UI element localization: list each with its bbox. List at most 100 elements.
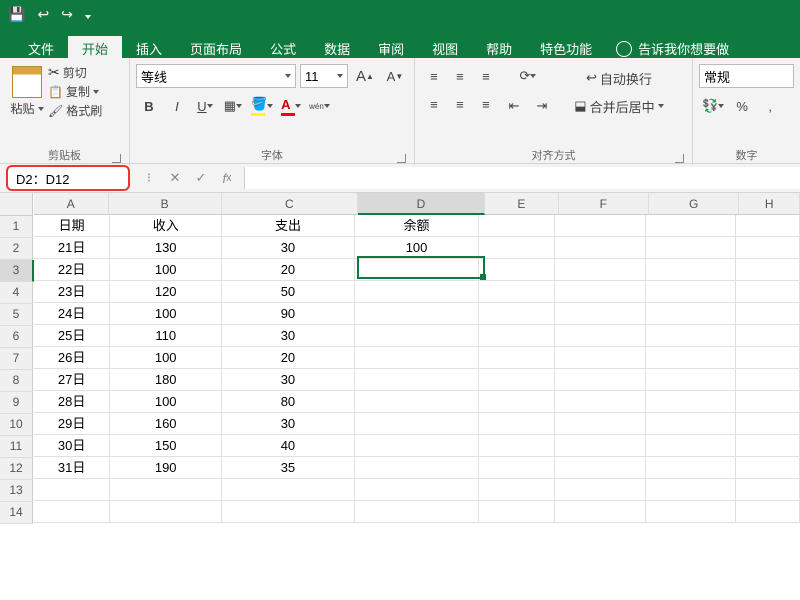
save-icon[interactable]: 💾 [8,6,25,23]
cell-D2[interactable]: 100 [355,237,480,259]
cell-G9[interactable] [646,391,737,413]
cell-F6[interactable] [555,325,646,347]
enter-formula-icon[interactable]: ✓ [188,166,214,190]
font-dialog-icon[interactable] [397,154,406,163]
cell-H10[interactable] [736,413,800,435]
cell-F8[interactable] [555,369,646,391]
cell-H14[interactable] [736,501,800,523]
cell-C1[interactable]: 支出 [222,215,355,237]
cell-H12[interactable] [736,457,800,479]
cell-G10[interactable] [646,413,737,435]
cell-G6[interactable] [646,325,737,347]
cell-H13[interactable] [736,479,800,501]
cell-C13[interactable] [222,479,355,501]
cell-C4[interactable]: 50 [222,281,355,303]
number-format-select[interactable]: 常规 [699,64,794,88]
underline-button[interactable]: U [192,94,218,118]
col-header-E[interactable]: E [485,193,559,215]
col-header-G[interactable]: G [649,193,739,215]
cell-E12[interactable] [479,457,554,479]
paste-button[interactable]: 粘贴 [10,100,43,117]
name-box-dropdown-icon[interactable]: ⁝ [136,166,162,190]
cell-C3[interactable]: 20 [222,259,355,281]
cell-H9[interactable] [736,391,800,413]
name-box-input[interactable] [14,170,122,187]
percent-button[interactable]: % [729,94,755,118]
cell-H8[interactable] [736,369,800,391]
cell-D1[interactable]: 余额 [355,215,480,237]
cell-A8[interactable]: 27日 [34,369,110,391]
cell-F5[interactable] [555,303,646,325]
cell-F3[interactable] [555,259,646,281]
cell-B11[interactable]: 150 [110,435,222,457]
cell-B5[interactable]: 100 [110,303,222,325]
align-left-icon[interactable]: ≡ [421,92,447,116]
cell-B9[interactable]: 100 [110,391,222,413]
cell-D7[interactable] [355,347,480,369]
cell-E2[interactable] [479,237,554,259]
cell-H3[interactable] [736,259,800,281]
cell-C12[interactable]: 35 [222,457,355,479]
cell-B6[interactable]: 110 [110,325,222,347]
cell-H4[interactable] [736,281,800,303]
cell-E6[interactable] [479,325,554,347]
accounting-format-button[interactable]: 💱 [699,94,727,118]
align-center-icon[interactable]: ≡ [447,92,473,116]
row-header-8[interactable]: 8 [0,370,33,392]
cell-F9[interactable] [555,391,646,413]
cell-A4[interactable]: 23日 [34,281,110,303]
row-header-3[interactable]: 3 [0,260,34,282]
formula-input[interactable] [244,167,800,189]
cell-C11[interactable]: 40 [222,435,355,457]
cell-F1[interactable] [555,215,646,237]
cell-G3[interactable] [646,259,737,281]
name-box[interactable] [6,165,130,191]
row-header-11[interactable]: 11 [0,436,33,458]
qat-customize-icon[interactable] [85,6,91,22]
cell-F4[interactable] [555,281,646,303]
border-button[interactable]: ▦ [220,94,246,118]
cell-B2[interactable]: 130 [110,237,222,259]
cell-E9[interactable] [479,391,554,413]
row-header-9[interactable]: 9 [0,392,33,414]
col-header-C[interactable]: C [222,193,358,215]
row-header-6[interactable]: 6 [0,326,33,348]
col-header-B[interactable]: B [109,193,222,215]
cell-B12[interactable]: 190 [110,457,222,479]
cell-G1[interactable] [646,215,737,237]
cell-D11[interactable] [355,435,480,457]
cell-D5[interactable] [355,303,480,325]
cell-F7[interactable] [555,347,646,369]
cell-F14[interactable] [555,501,646,523]
cell-A14[interactable] [34,501,110,523]
paste-icon[interactable] [12,66,42,98]
cut-button[interactable]: ✂剪切 [48,64,102,81]
cell-A2[interactable]: 21日 [34,237,110,259]
cell-A11[interactable]: 30日 [34,435,110,457]
cell-C14[interactable] [222,501,355,523]
cell-D6[interactable] [355,325,480,347]
row-header-14[interactable]: 14 [0,502,33,524]
cell-G8[interactable] [646,369,737,391]
copy-button[interactable]: 📋复制 [48,83,102,100]
redo-icon[interactable]: ↪ [61,6,73,23]
cell-E13[interactable] [479,479,554,501]
cell-B7[interactable]: 100 [110,347,222,369]
format-painter-button[interactable]: 🖌格式刷 [48,102,102,119]
increase-font-icon[interactable]: A▲ [352,64,378,88]
clipboard-dialog-icon[interactable] [112,154,121,163]
italic-button[interactable]: I [164,94,190,118]
cell-B4[interactable]: 120 [110,281,222,303]
cell-B10[interactable]: 160 [110,413,222,435]
cell-C8[interactable]: 30 [222,369,355,391]
decrease-font-icon[interactable]: A▼ [382,64,408,88]
cell-G11[interactable] [646,435,737,457]
cell-C9[interactable]: 80 [222,391,355,413]
increase-indent-icon[interactable]: ⇥ [529,94,555,118]
cell-B3[interactable]: 100 [110,259,222,281]
cell-H2[interactable] [736,237,800,259]
cell-G12[interactable] [646,457,737,479]
cell-A7[interactable]: 26日 [34,347,110,369]
cell-D3[interactable] [355,259,480,281]
cell-B14[interactable] [110,501,222,523]
